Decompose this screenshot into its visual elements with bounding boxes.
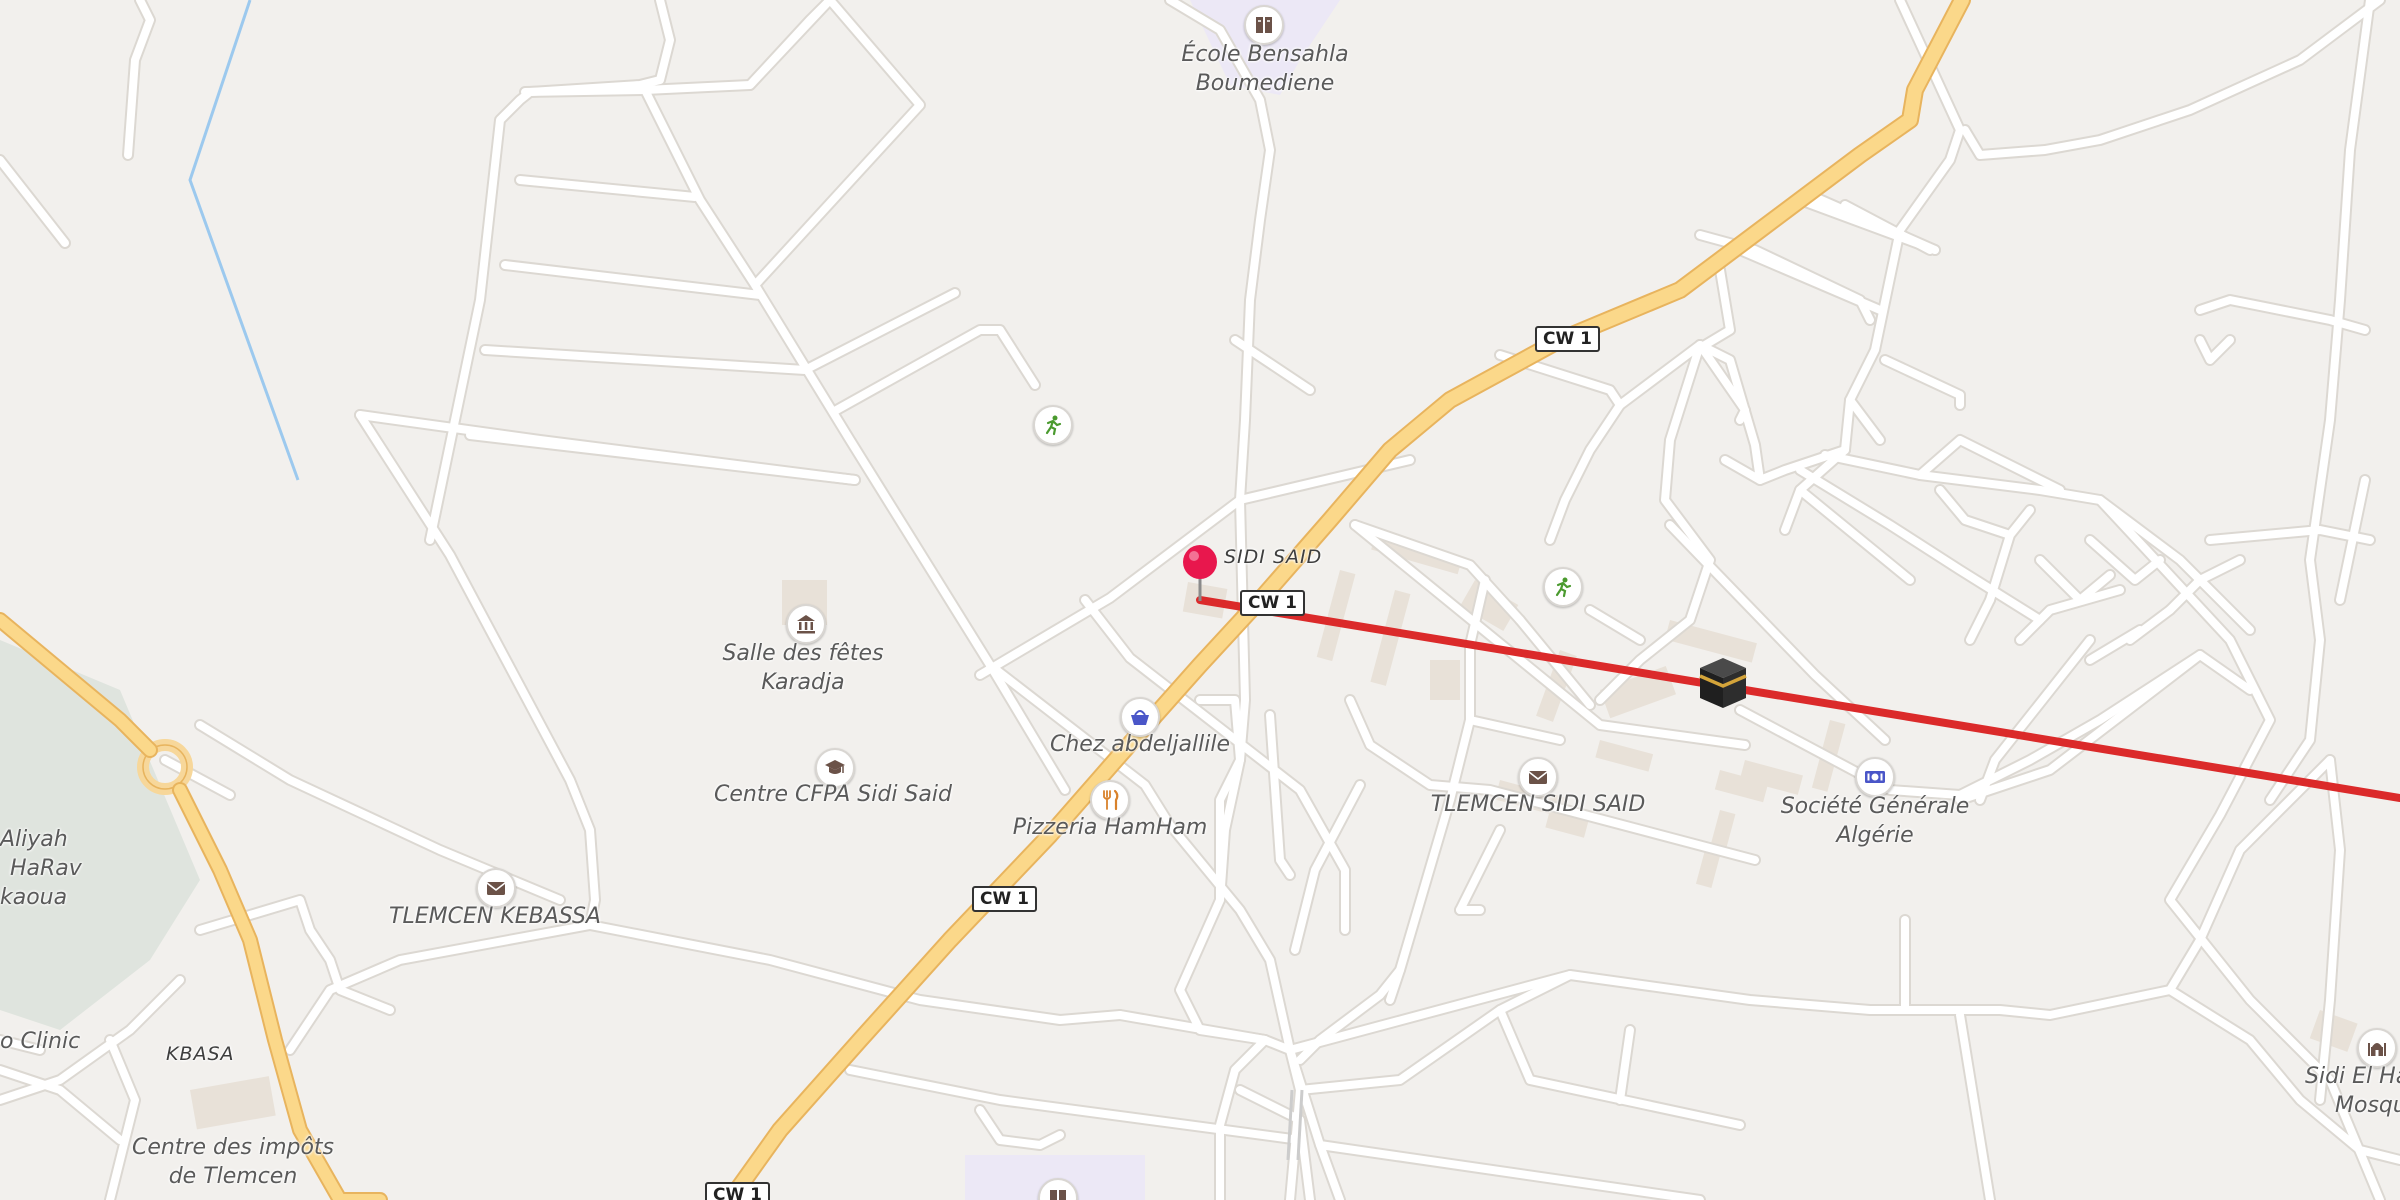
poi-label-line: Mosqu (2335, 1093, 2400, 1118)
kaaba-icon[interactable] (1694, 654, 1752, 712)
poi-label-line: Karadja (761, 670, 845, 695)
bank-icon[interactable] (1855, 757, 1895, 797)
poi-label-line: de Tlemcen (168, 1164, 298, 1189)
place-label-kbasa: KBASA (166, 1043, 235, 1065)
school-icon[interactable] (1244, 5, 1284, 45)
road-shield-cw1: CW 1 (972, 886, 1037, 912)
poi-label-chez: Chez abdeljallile (1049, 732, 1231, 757)
poi-label-line: Sidi El Ha (2305, 1064, 2400, 1089)
poi-label-salle: Salle des fêtes Karadja (703, 639, 903, 697)
poi-label-line: kaoua (0, 885, 68, 910)
poi-label-line: Centre des impôts (131, 1135, 335, 1160)
map-canvas[interactable]: CW 1 CW 1 CW 1 CW 1 SIDI SAID KBASA Écol… (0, 0, 2400, 1200)
road-shield-cw1: CW 1 (1240, 590, 1305, 616)
place-label-sidi-said: SIDI SAID (1224, 546, 1323, 568)
museum-icon[interactable] (786, 604, 826, 644)
primary-road-cw1 (0, 0, 1971, 1200)
road-shield-cw1: CW 1 (705, 1182, 770, 1200)
poi-label-impots: Centre des impôts de Tlemcen (123, 1133, 343, 1191)
poi-label-kebassa: TLEMCEN KEBASSA (389, 904, 601, 929)
poi-label-sidi-said-post: TLEMCEN SIDI SAID (1430, 792, 1646, 817)
stream (188, 0, 300, 481)
poi-label-aliyah: Aliyah HaRav kaoua (0, 825, 82, 912)
poi-label-line: Boumediene (1195, 71, 1335, 96)
poi-label-line: Algérie (1836, 823, 1914, 848)
poi-label-clinic: o Clinic (0, 1029, 81, 1054)
poi-label-pizzeria: Pizzeria HamHam (1012, 815, 1208, 840)
poi-label-line: École Bensahla (1181, 42, 1349, 67)
poi-label-societe: Société Générale Algérie (1775, 792, 1975, 850)
poi-label-line: Aliyah (0, 827, 68, 852)
poi-label-line: Société Générale (1780, 794, 1970, 819)
poi-label-line: Salle des fêtes (722, 641, 884, 666)
poi-label-cfpa: Centre CFPA Sidi Said (714, 782, 952, 807)
poi-label-line: HaRav (10, 856, 82, 881)
location-pin-icon[interactable] (1180, 543, 1220, 603)
sports-icon[interactable] (1543, 567, 1583, 607)
poi-label-sidi-el-ha: Sidi El Ha Mosqu (2305, 1062, 2400, 1120)
sports-icon[interactable] (1033, 405, 1073, 445)
poi-label-ecole: École Bensahla Boumediene (1165, 40, 1365, 98)
road-shield-cw1: CW 1 (1535, 326, 1600, 352)
